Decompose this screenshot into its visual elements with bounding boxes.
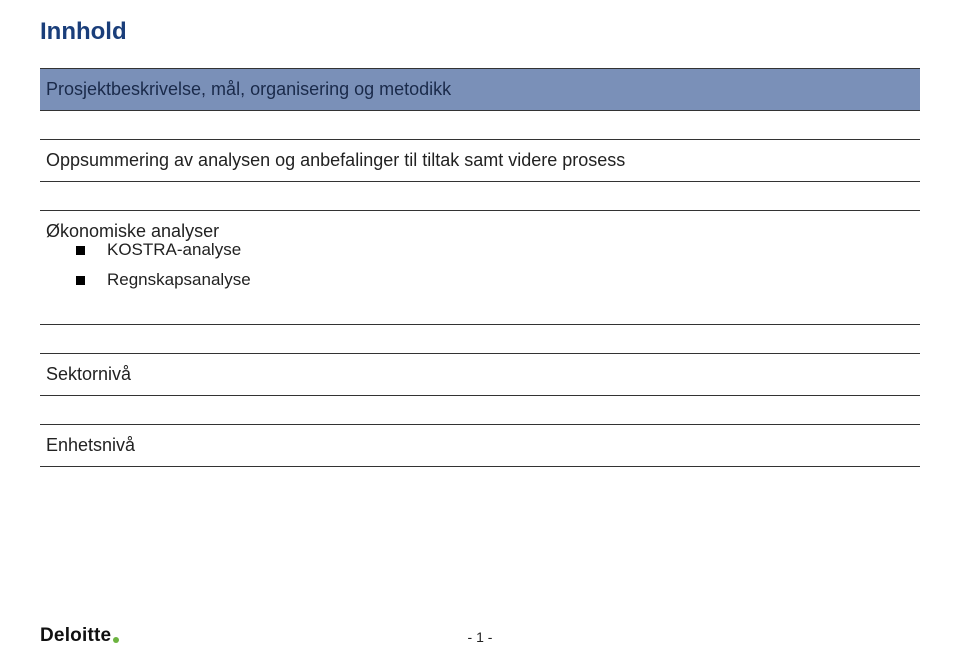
toc-item-label: Oppsummering av analysen og anbefalinger… xyxy=(46,150,625,170)
toc-item-label: Prosjektbeskrivelse, mål, organisering o… xyxy=(46,79,451,99)
toc-sublist: KOSTRA-analyse Regnskapsanalyse xyxy=(40,236,920,296)
toc-item-sektorniva: Sektornivå xyxy=(40,353,920,396)
toc-item-label: Enhetsnivå xyxy=(46,435,135,455)
page-number: - 1 - xyxy=(468,629,493,645)
toc-subitem-label: KOSTRA-analyse xyxy=(107,240,241,260)
toc-item-oppsummering: Oppsummering av analysen og anbefalinger… xyxy=(40,139,920,182)
page-title: Innhold xyxy=(40,18,920,46)
toc-subitem-label: Regnskapsanalyse xyxy=(107,270,251,290)
toc-subitem-kostra: KOSTRA-analyse xyxy=(40,236,920,266)
toc-subitem-regnskap: Regnskapsanalyse xyxy=(40,266,920,296)
logo: Deloitte xyxy=(40,625,119,647)
logo-dot-icon xyxy=(113,637,119,643)
divider xyxy=(40,324,920,325)
toc-item-label: Sektornivå xyxy=(46,364,131,384)
bullet-icon xyxy=(76,276,85,285)
logo-text: Deloitte xyxy=(40,625,111,647)
document-page: Innhold Prosjektbeskrivelse, mål, organi… xyxy=(0,0,960,659)
bullet-icon xyxy=(76,246,85,255)
toc-item-label: Økonomiske analyser xyxy=(46,221,219,241)
toc-item-prosjektbeskrivelse: Prosjektbeskrivelse, mål, organisering o… xyxy=(40,68,920,111)
page-footer: Deloitte - 1 - xyxy=(40,621,920,647)
toc-item-enhetsniva: Enhetsnivå xyxy=(40,424,920,467)
